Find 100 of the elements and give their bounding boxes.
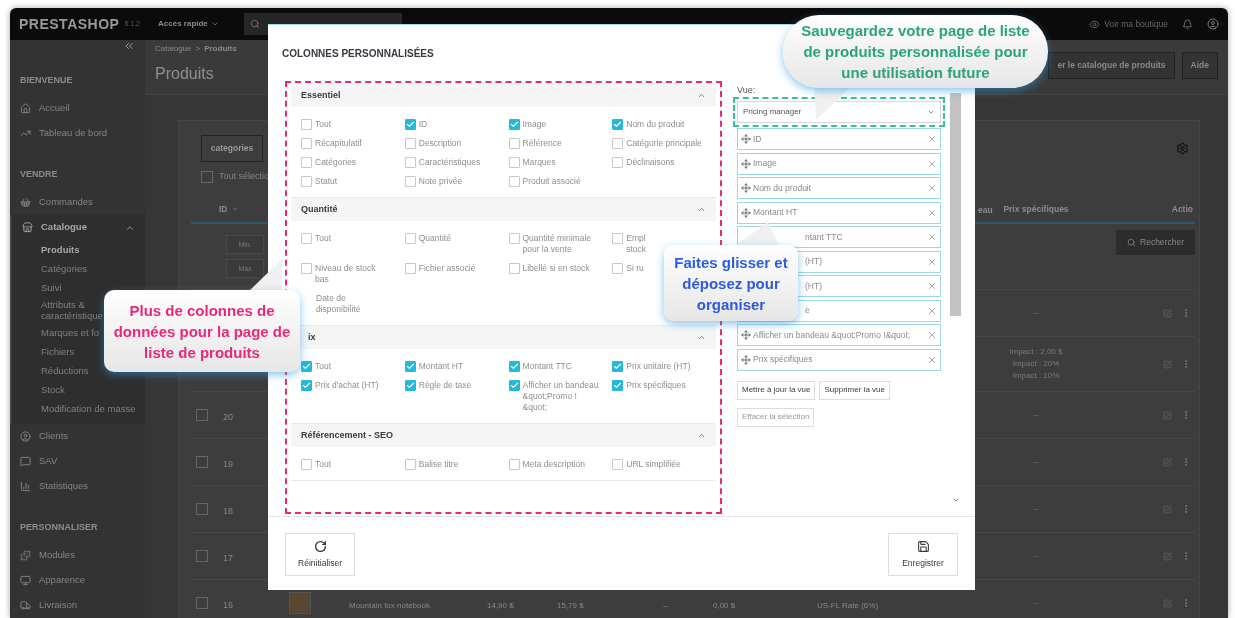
user-icon[interactable] — [1207, 18, 1219, 30]
footer-button[interactable]: Réinitialiser — [285, 533, 355, 576]
checkbox[interactable] — [508, 157, 520, 168]
view-select[interactable]: Pricing manager — [737, 101, 941, 123]
checkbox[interactable] — [404, 157, 416, 168]
checkbox[interactable] — [196, 456, 208, 468]
nav-subitem[interactable]: Catégories — [41, 263, 87, 274]
sort-icon[interactable] — [230, 205, 239, 213]
category-button[interactable]: categories — [201, 135, 263, 162]
remove-icon[interactable] — [927, 183, 937, 193]
header-button[interactable]: Aide — [1181, 51, 1218, 79]
nav-subitem[interactable]: Stock — [41, 384, 65, 395]
search-button[interactable]: Rechercher — [1116, 230, 1195, 255]
checkbox[interactable] — [508, 361, 520, 372]
checkbox[interactable] — [404, 263, 416, 274]
view-column-item[interactable]: Nom du produit — [737, 177, 941, 199]
chevron-up-icon[interactable] — [697, 333, 706, 342]
checkbox[interactable] — [301, 459, 312, 470]
drag-handle-icon[interactable] — [741, 330, 751, 340]
edit-icon[interactable] — [1163, 551, 1172, 561]
checkbox[interactable] — [612, 157, 624, 168]
nav-subitem[interactable]: Fichiers — [41, 346, 75, 357]
view-button[interactable]: Supprimer la vue — [819, 380, 890, 400]
checkbox[interactable] — [404, 459, 416, 470]
checkbox[interactable] — [612, 233, 624, 244]
breadcrumb-link[interactable]: Catalogue — [155, 43, 192, 55]
view-column-item[interactable]: Afficher un bandeau &quot;Promo !&quot; — [737, 324, 941, 346]
remove-icon[interactable] — [927, 330, 937, 340]
settings-icon[interactable] — [1176, 142, 1189, 155]
notification-icon[interactable] — [1182, 18, 1193, 30]
remove-icon[interactable] — [927, 232, 937, 242]
checkbox[interactable] — [612, 138, 624, 149]
checkbox[interactable] — [196, 503, 208, 515]
cross-icon[interactable] — [951, 597, 962, 609]
nav-subitem[interactable]: Marques et fo — [41, 327, 100, 338]
checkbox[interactable] — [508, 138, 520, 149]
checkbox[interactable] — [301, 157, 312, 168]
remove-icon[interactable] — [927, 207, 937, 218]
checkbox[interactable] — [508, 176, 520, 187]
edit-icon[interactable] — [1163, 308, 1172, 318]
view-shop-link[interactable]: Voir ma boutique — [1089, 17, 1168, 31]
scrollbar[interactable] — [950, 93, 961, 316]
column-header[interactable]: ID — [219, 202, 228, 216]
quick-access-button[interactable]: Accès rapide — [158, 18, 219, 30]
checkbox[interactable] — [612, 263, 624, 274]
drag-handle-icon[interactable] — [741, 158, 751, 169]
nav-subitem[interactable]: Suivi — [41, 282, 62, 293]
checkbox[interactable] — [508, 233, 520, 244]
nav-item[interactable]: Catalogue — [12, 215, 145, 240]
checkbox[interactable] — [508, 263, 520, 274]
checkbox[interactable] — [404, 138, 416, 149]
nav-item[interactable]: Tableau de bord — [10, 121, 145, 146]
chevron-up-icon[interactable] — [697, 91, 706, 100]
checkbox[interactable] — [301, 233, 312, 244]
drag-handle-icon[interactable] — [741, 134, 751, 144]
checkbox[interactable] — [404, 380, 416, 391]
nav-item[interactable]: Modules — [10, 543, 145, 568]
group-header[interactable]: Référencement - SEO — [291, 424, 716, 447]
chevron-up-icon[interactable] — [697, 431, 706, 440]
edit-icon[interactable] — [1163, 598, 1172, 608]
checkbox[interactable] — [612, 361, 624, 372]
remove-icon[interactable] — [927, 305, 937, 316]
edit-icon[interactable] — [1163, 410, 1172, 420]
checkbox[interactable] — [404, 361, 416, 372]
edit-icon[interactable] — [1163, 359, 1172, 369]
nav-subitem[interactable]: Modification de masse — [41, 403, 136, 414]
checkbox[interactable] — [404, 233, 416, 244]
view-column-item[interactable]: Montant HT — [737, 201, 941, 224]
nav-item[interactable]: Apparence — [10, 568, 145, 593]
checkbox[interactable] — [508, 459, 520, 470]
view-button[interactable]: Mettre à jour la vue — [737, 380, 816, 400]
checkbox[interactable] — [301, 263, 312, 274]
remove-icon[interactable] — [927, 158, 937, 169]
checkbox[interactable] — [404, 119, 416, 130]
scroll-down-icon[interactable] — [951, 496, 960, 504]
chevron-up-icon[interactable] — [697, 205, 706, 214]
checkbox[interactable] — [301, 361, 312, 372]
drag-handle-icon[interactable] — [741, 183, 751, 193]
group-header[interactable]: Quantité — [291, 198, 716, 221]
nav-item[interactable]: Livraison — [10, 593, 145, 618]
checkbox[interactable] — [301, 380, 312, 391]
checkbox[interactable] — [404, 176, 416, 187]
drag-handle-icon[interactable] — [741, 354, 751, 365]
view-column-item[interactable]: Prix spécifiques — [737, 348, 941, 371]
remove-icon[interactable] — [927, 256, 937, 267]
checkbox[interactable] — [301, 119, 312, 130]
checkbox[interactable] — [196, 409, 208, 421]
nav-item[interactable]: Accueil — [10, 96, 145, 121]
nav-subitem[interactable]: Réductions — [41, 365, 89, 376]
edit-icon[interactable] — [1163, 504, 1172, 514]
remove-icon[interactable] — [927, 281, 937, 291]
checkbox[interactable] — [612, 380, 624, 391]
nav-item[interactable]: Statistiques — [10, 474, 145, 499]
nav-item[interactable]: Commandes — [10, 190, 145, 215]
nav-subitem[interactable]: Produits — [41, 244, 80, 255]
checkbox[interactable] — [508, 380, 520, 391]
checkbox[interactable] — [508, 119, 520, 130]
edit-icon[interactable] — [1163, 457, 1172, 467]
checkbox[interactable] — [301, 138, 312, 149]
remove-icon[interactable] — [927, 354, 937, 365]
